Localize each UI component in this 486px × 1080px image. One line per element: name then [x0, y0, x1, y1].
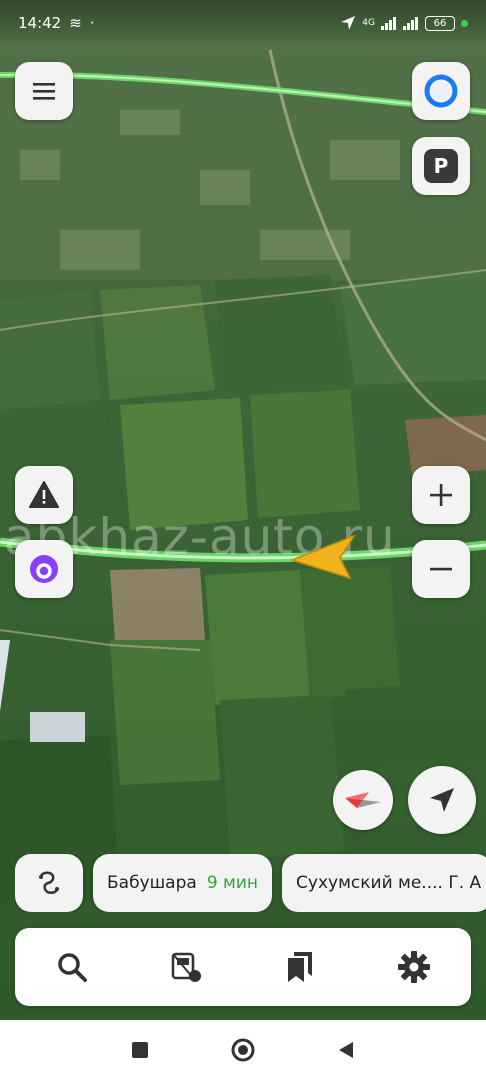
search-button[interactable]: [42, 937, 102, 997]
back-icon[interactable]: [336, 1040, 356, 1060]
road-event-warning-icon: [29, 481, 59, 508]
locate-arrow-icon: [430, 788, 454, 812]
destination-eta: 9 мин: [206, 873, 259, 893]
route-icon: [39, 871, 59, 894]
status-time: 14:42: [18, 14, 62, 32]
plus-icon: [430, 484, 452, 506]
privacy-dot-icon: [461, 19, 468, 27]
bookmarks-button[interactable]: [270, 937, 330, 997]
signal-icon-2: [403, 17, 418, 30]
system-navigation-bar: [0, 1020, 486, 1080]
locate-button[interactable]: [408, 766, 476, 834]
current-position-arrow-icon: [289, 534, 356, 580]
menu-button[interactable]: [15, 62, 73, 120]
destination-name: Бабушара: [107, 873, 197, 893]
settings-button[interactable]: [384, 937, 444, 997]
bottom-toolbar: [15, 928, 471, 1006]
parking-icon: P: [424, 149, 458, 183]
status-bar: 14:42 ≋ · 4G 66: [0, 0, 486, 46]
settings-gear-icon: [398, 951, 430, 983]
road-event-button[interactable]: [15, 466, 73, 524]
destination-chips: Бабушара 9 мин Сухумский ме.... Г. А: [15, 854, 486, 912]
location-arrow-icon: [341, 16, 356, 30]
parking-button[interactable]: P: [412, 137, 470, 195]
destination-chip-babushara[interactable]: Бабушара 9 мин: [93, 854, 273, 912]
signal-icon: [381, 17, 396, 30]
search-icon: [58, 953, 87, 982]
dot-icon: ·: [89, 14, 95, 32]
battery-indicator: 66: [425, 15, 455, 31]
destination-name: Сухумский ме.... Г. А: [296, 873, 482, 893]
sync-icon: ≋: [69, 14, 82, 32]
alice-voice-button[interactable]: [15, 540, 73, 598]
route-options-button[interactable]: [15, 854, 83, 912]
satellite-map[interactable]: abkhaz-auto.ru 14:42 ≋ · 4G 66 P Бабушар…: [0, 0, 486, 1020]
compass-icon: [345, 792, 381, 808]
destination-chip-sukhumi[interactable]: Сухумский ме.... Г. А: [282, 854, 486, 912]
minus-icon: [430, 567, 452, 571]
compass-button[interactable]: [333, 770, 393, 830]
bookmarks-icon: [288, 952, 312, 982]
alice-voice-icon: [30, 555, 58, 583]
network-type: 4G: [362, 18, 375, 28]
zoom-in-button[interactable]: [412, 466, 470, 524]
recent-apps-icon[interactable]: [130, 1040, 150, 1060]
alice-assistant-icon: [424, 74, 458, 108]
menu-icon: [33, 83, 55, 100]
transport-button[interactable]: [156, 937, 216, 997]
home-icon[interactable]: [230, 1037, 256, 1063]
zoom-out-button[interactable]: [412, 540, 470, 598]
assistant-button[interactable]: [412, 62, 470, 120]
transport-icon: [171, 952, 201, 982]
